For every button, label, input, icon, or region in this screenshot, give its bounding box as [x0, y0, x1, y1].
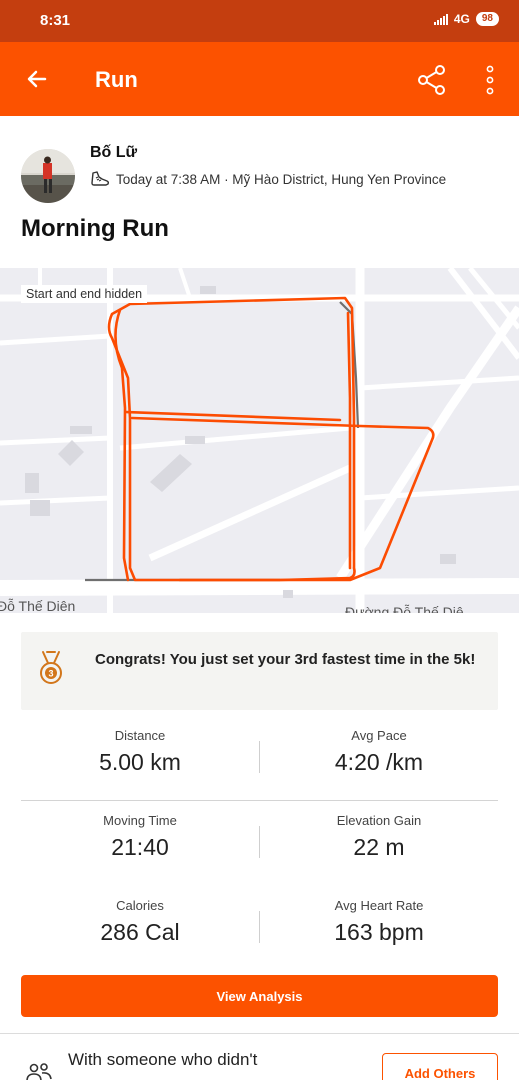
more-options-button[interactable]	[476, 62, 504, 98]
medal-icon: 3	[40, 651, 62, 684]
stat-value: 21:40	[111, 834, 169, 860]
privacy-note: Start and end hidden	[21, 285, 148, 303]
share-button[interactable]	[414, 62, 450, 98]
avatar-image	[21, 149, 75, 203]
tag-others-prompt: With someone who didn't	[68, 1050, 258, 1069]
footer-divider	[0, 1033, 519, 1034]
status-bar: 8:31 4G 98	[0, 0, 519, 42]
more-vertical-icon	[486, 65, 494, 95]
signal-icon	[433, 13, 448, 25]
stat-elevation-gain: Elevation Gain 22 m	[260, 813, 498, 861]
back-arrow-icon	[27, 70, 47, 88]
status-icons: 4G 98	[433, 12, 499, 26]
stat-label: Distance	[114, 728, 166, 743]
street-label-left: Đỗ Thế Diên	[0, 598, 76, 613]
stat-value: 286 Cal	[100, 919, 180, 945]
stat-value: 5.00 km	[99, 749, 181, 775]
athlete-name[interactable]: Bố Lữ	[90, 144, 137, 162]
stat-avg-pace: Avg Pace 4:20 /km	[260, 728, 498, 776]
stats-row: Moving Time 21:40 Elevation Gain 22 m	[21, 801, 498, 886]
medal-rank: 3	[48, 669, 53, 679]
stat-value: 4:20 /km	[334, 749, 424, 775]
share-icon	[418, 65, 445, 95]
stat-value: 163 bpm	[334, 919, 424, 945]
back-button[interactable]	[20, 62, 54, 96]
map-graphic	[0, 268, 519, 613]
people-icon	[26, 1063, 52, 1080]
stat-label: Avg Heart Rate	[334, 898, 424, 913]
stat-label: Moving Time	[103, 813, 177, 828]
stat-calories: Calories 286 Cal	[21, 898, 259, 946]
stat-label: Calories	[116, 898, 164, 913]
activity-datetime-location: Today at 7:38 AM · Mỹ Hào District, Hung…	[116, 171, 447, 187]
network-type: 4G	[453, 12, 470, 26]
activity-meta: Today at 7:38 AM · Mỹ Hào District, Hung…	[90, 170, 446, 188]
stat-label: Elevation Gain	[336, 813, 422, 828]
view-analysis-button[interactable]: View Analysis	[21, 975, 498, 1017]
app-bar: Run	[0, 42, 519, 116]
page-title: Run	[95, 67, 138, 92]
activity-title: Morning Run	[21, 215, 169, 242]
avatar[interactable]	[21, 149, 75, 203]
stat-avg-heart-rate: Avg Heart Rate 163 bpm	[260, 898, 498, 946]
status-time: 8:31	[40, 12, 71, 29]
battery-icon: 98	[475, 12, 499, 26]
stat-value: 22 m	[353, 834, 405, 860]
add-others-button[interactable]: Add Others	[382, 1053, 498, 1080]
athlete-header: Bố Lữ Today at 7:38 AM · Mỹ Hào District…	[0, 116, 519, 206]
stats-panel: Distance 5.00 km Avg Pace 4:20 /km Movin…	[21, 716, 498, 971]
stats-row: Distance 5.00 km Avg Pace 4:20 /km	[21, 716, 498, 801]
stat-distance: Distance 5.00 km	[21, 728, 259, 776]
stat-moving-time: Moving Time 21:40	[21, 813, 259, 861]
stat-label: Avg Pace	[351, 728, 407, 743]
route-map[interactable]: Start and end hidden Đỗ Thế Diên Đường Đ…	[0, 268, 519, 613]
shoe-icon	[91, 171, 110, 186]
street-label-right: Đường Đỗ Thế Diê	[345, 604, 464, 613]
achievement-banner[interactable]: 3 Congrats! You just set your 3rd fastes…	[21, 632, 498, 710]
stats-row: Calories 286 Cal Avg Heart Rate 163 bpm	[21, 886, 498, 971]
achievement-text: Congrats! You just set your 3rd fastest …	[95, 651, 476, 668]
